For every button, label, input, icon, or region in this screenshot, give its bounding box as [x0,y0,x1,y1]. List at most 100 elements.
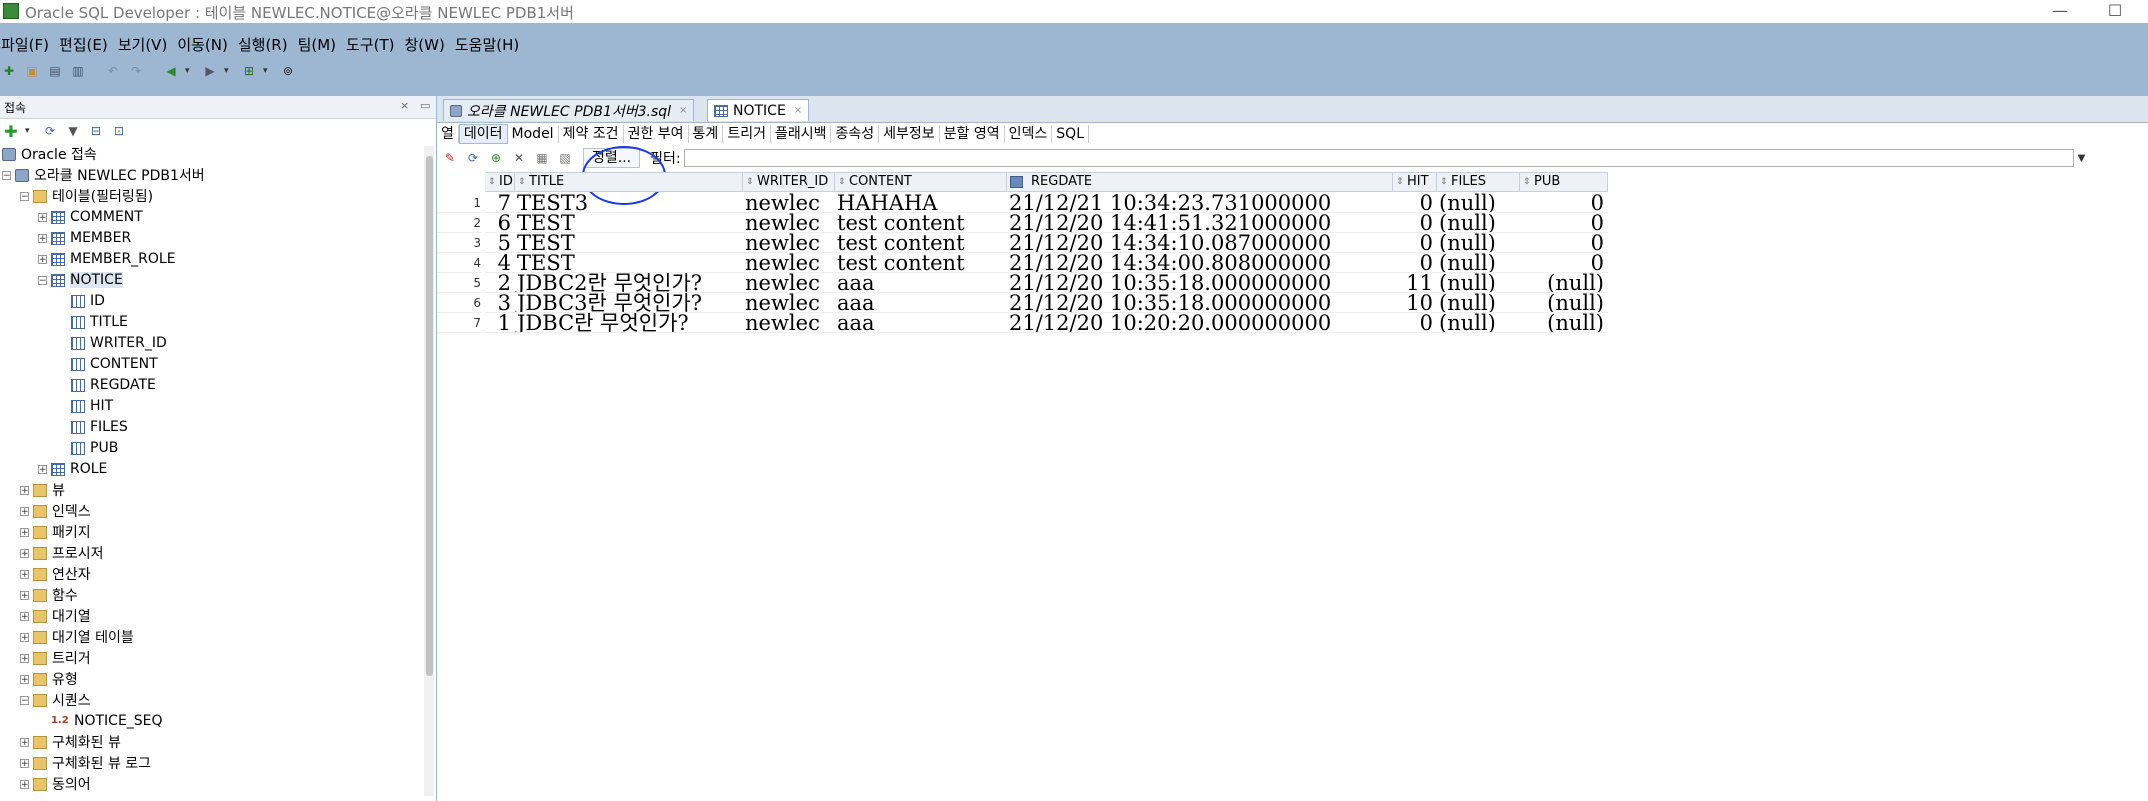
undo-icon[interactable]: ↶ [104,62,122,80]
expand-icon[interactable]: + [20,590,29,600]
rollback-icon[interactable]: ▧ [556,149,574,167]
table-cell[interactable]: (null) [1437,233,1520,253]
table-cell[interactable]: 21/12/21 10:34:23.731000000 [1007,193,1393,213]
sql-worksheet-icon[interactable]: ⊞ [240,62,258,80]
tree-node[interactable]: CONTENT [58,354,158,374]
menu-item-1[interactable]: 편집(E) [58,33,117,57]
refresh-icon[interactable]: ⟳ [41,122,59,140]
expand-icon[interactable]: + [38,254,47,264]
tree-node[interactable]: + 프로시저 [20,543,104,563]
forward-dropdown-icon[interactable]: ▾ [224,66,232,76]
table-cell[interactable]: 11 [1393,273,1437,293]
menu-item-2[interactable]: 보기(V) [117,33,177,57]
collapse-icon[interactable]: ⊡ [110,122,128,140]
tree-node[interactable]: + 동의어 [20,774,91,794]
table-cell[interactable]: (null) [1520,293,1608,313]
collapse-icon[interactable]: − [38,275,47,285]
tree-node[interactable]: − 오라클 NEWLEC PDB1서버 [2,165,205,185]
delete-row-icon[interactable]: ✕ [510,149,528,167]
table-cell[interactable]: test content [835,233,1007,253]
table-cell[interactable]: 21/12/20 14:41:51.321000000 [1007,213,1393,233]
table-cell[interactable]: (null) [1437,213,1520,233]
back-dropdown-icon[interactable]: ▾ [185,66,193,76]
table-cell[interactable]: TEST [515,253,743,273]
table-cell[interactable]: 0 [1520,193,1608,213]
tab-sql-worksheet[interactable]: 오라클 NEWLEC PDB1서버3.sql × [443,99,695,121]
subtab-7[interactable]: 플래시백 [771,125,832,143]
minimize-button[interactable]: — [2040,1,2080,21]
tree-node[interactable]: ID [58,291,105,311]
tree-node[interactable]: + 구체화된 뷰 로그 [20,753,151,773]
tree-node[interactable]: REGDATE [58,375,156,395]
subtab-4[interactable]: 권한 부여 [624,125,689,143]
expand-icon[interactable]: + [20,569,29,579]
table-cell[interactable]: 21/12/20 10:20:20.000000000 [1007,313,1393,333]
expand-icon[interactable]: + [20,527,29,537]
table-cell[interactable]: test content [835,213,1007,233]
tree-node[interactable]: 1.2 NOTICE_SEQ [38,711,163,731]
menu-item-7[interactable]: 창(W) [404,33,454,57]
expand-icon[interactable]: + [20,506,29,516]
save-all-icon[interactable]: ▥ [69,62,87,80]
tree-node[interactable]: WRITER_ID [58,333,167,353]
menu-item-5[interactable]: 팀(M) [297,33,345,57]
tree-node[interactable]: TITLE [58,312,128,332]
filter-icon[interactable]: ▼ [64,122,82,140]
table-cell[interactable]: 0 [1520,233,1608,253]
tree-node[interactable]: + MEMBER [38,228,131,248]
subtab-3[interactable]: 제약 조건 [559,125,624,143]
table-cell[interactable]: newlec [743,253,835,273]
tab-notice[interactable]: NOTICE × [707,99,810,121]
table-cell[interactable]: newlec [743,233,835,253]
table-cell[interactable]: aaa [835,313,1007,333]
subtab-2[interactable]: Model [508,125,559,143]
tree-node[interactable]: + 패키지 [20,522,91,542]
table-cell[interactable]: 21/12/20 14:34:10.087000000 [1007,233,1393,253]
expand-icon[interactable]: + [20,779,29,789]
subtab-12[interactable]: SQL [1052,125,1089,143]
expand-icon[interactable]: + [20,611,29,621]
forward-icon[interactable]: ▶ [201,62,219,80]
open-folder-icon[interactable]: ▣ [23,62,41,80]
freeze-pin-icon[interactable]: ✎ [441,149,459,167]
table-cell[interactable]: TEST [515,213,743,233]
expand-icon[interactable]: + [20,653,29,663]
tree-node[interactable]: + 대기열 [20,606,91,626]
table-cell[interactable]: 7 [485,193,515,213]
schema-browser-icon[interactable]: ⊟ [87,122,105,140]
subtab-5[interactable]: 통계 [689,125,724,143]
table-cell[interactable]: 21/12/20 10:35:18.000000000 [1007,273,1393,293]
new-icon[interactable]: ✚ [0,62,18,80]
collapse-icon[interactable]: − [20,695,29,705]
table-cell[interactable]: JDBC란 무엇인가? [515,313,743,333]
table-cell[interactable]: (null) [1437,293,1520,313]
tree-node[interactable]: + 뷰 [20,480,65,500]
table-cell[interactable]: 0 [1520,213,1608,233]
table-cell[interactable]: HAHAHA [835,193,1007,213]
expand-icon[interactable]: + [20,548,29,558]
add-connection-icon[interactable]: ✚ [2,122,20,141]
column-header[interactable]: ⇕ PUB [1520,172,1608,192]
column-header[interactable]: ⇕ WRITER_ID [743,172,835,192]
expand-icon[interactable]: + [38,464,47,474]
table-cell[interactable]: 10 [1393,293,1437,313]
panel-minimize-icon[interactable]: ▭ [420,99,430,112]
tree-node[interactable]: + 함수 [20,585,78,605]
tree-node[interactable]: + MEMBER_ROLE [38,249,176,269]
refresh-data-icon[interactable]: ⟳ [464,149,482,167]
tree-node[interactable]: + ROLE [38,459,107,479]
commit-icon[interactable]: ▦ [533,149,551,167]
column-header[interactable]: ⇕ ID [485,172,515,192]
subtab-1[interactable]: 데이터 [458,124,508,144]
table-cell[interactable]: 4 [485,253,515,273]
table-cell[interactable]: 1 [485,313,515,333]
table-cell[interactable]: (null) [1437,273,1520,293]
table-cell[interactable]: newlec [743,273,835,293]
collapse-icon[interactable]: − [20,191,29,201]
subtab-0[interactable]: 열 [437,125,459,143]
column-header[interactable]: REGDATE [1007,172,1393,192]
expand-icon[interactable]: + [38,212,47,222]
table-cell[interactable]: 21/12/20 10:35:18.000000000 [1007,293,1393,313]
table-cell[interactable]: 0 [1393,313,1437,333]
column-header[interactable]: ⇕ TITLE [515,172,743,192]
